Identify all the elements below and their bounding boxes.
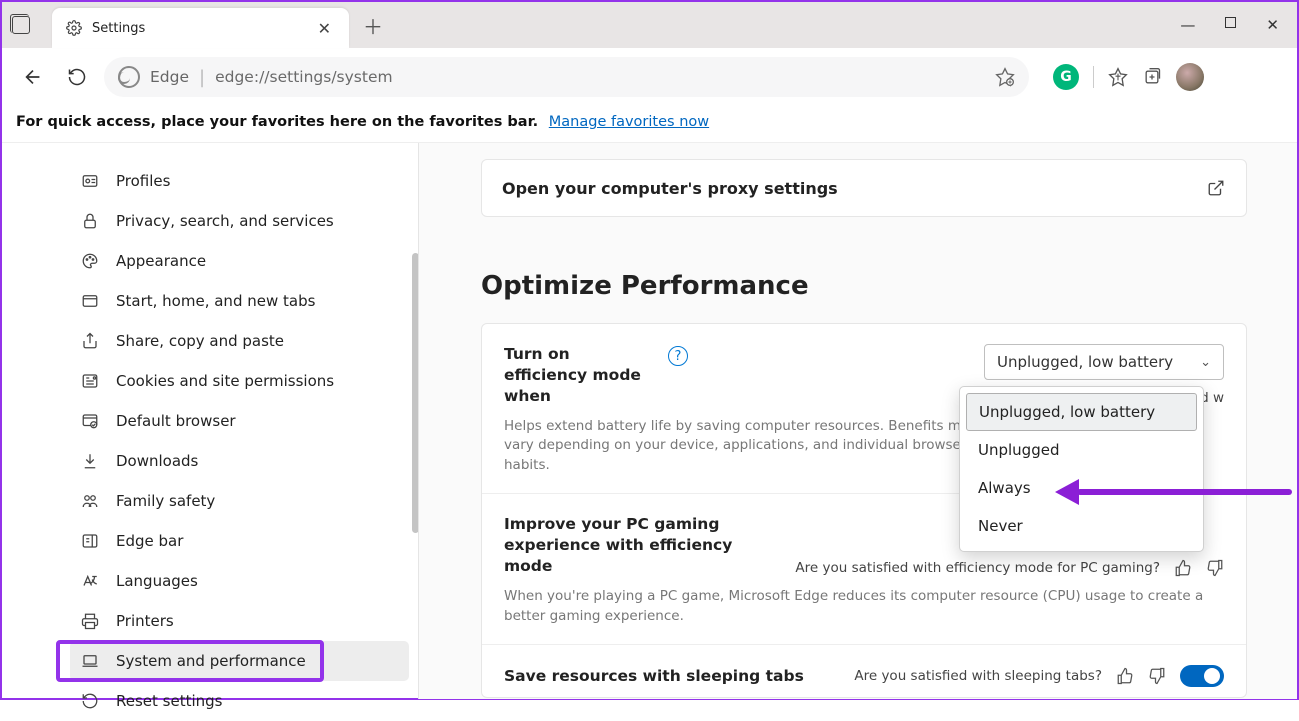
close-tab-icon[interactable]: ✕	[314, 19, 335, 38]
address-origin: Edge	[150, 68, 189, 86]
window-icon	[80, 291, 100, 311]
sidebar-scrollbar[interactable]	[412, 253, 419, 533]
printer-icon	[80, 611, 100, 631]
tab-title: Settings	[92, 21, 314, 36]
sidebar-icon	[80, 531, 100, 551]
sidebar-item-start[interactable]: Start, home, and new tabs	[70, 281, 409, 321]
language-icon	[80, 571, 100, 591]
sleeping-tabs-toggle[interactable]	[1180, 665, 1224, 687]
sidebar-item-cookies[interactable]: Cookies and site permissions	[70, 361, 409, 401]
collections-icon[interactable]	[1142, 67, 1162, 87]
efficiency-option-never[interactable]: Never	[966, 507, 1197, 545]
grammarly-extension-icon[interactable]: G	[1053, 64, 1079, 90]
sleeping-title: Save resources with sleeping tabs	[504, 666, 804, 687]
title-bar: Settings ✕ ＋ — ✕	[2, 2, 1297, 48]
thumbs-down-icon[interactable]	[1206, 559, 1224, 577]
satisfied-text: Are you satisfied with sleeping tabs?	[854, 668, 1102, 684]
reset-icon	[80, 691, 100, 711]
cookies-icon	[80, 371, 100, 391]
edge-icon	[118, 66, 140, 88]
efficiency-mode-menu: Unplugged, low battery Unplugged Always …	[959, 386, 1204, 552]
efficiency-desc: Helps extend battery life by saving comp…	[504, 417, 984, 476]
favorite-star-icon[interactable]	[995, 67, 1015, 87]
help-icon[interactable]: ?	[668, 346, 688, 366]
sidebar-item-profiles[interactable]: Profiles	[70, 161, 409, 201]
satisfied-text: Are you satisfied with efficiency mode f…	[795, 560, 1160, 576]
window-controls: — ✕	[1180, 16, 1297, 34]
tab-actions-icon[interactable]	[12, 16, 30, 34]
palette-icon	[80, 251, 100, 271]
browser-tab[interactable]: Settings ✕	[52, 8, 349, 48]
sidebar-item-reset[interactable]: Reset settings	[70, 681, 409, 721]
efficiency-mode-row: Turn on efficiency mode when ? Unplugged…	[482, 324, 1246, 494]
favorites-icon[interactable]	[1108, 67, 1128, 87]
browser-check-icon	[80, 411, 100, 431]
profile-avatar[interactable]	[1176, 63, 1204, 91]
browser-toolbar: Edge | edge://settings/system G	[2, 48, 1297, 106]
sidebar-item-default-browser[interactable]: Default browser	[70, 401, 409, 441]
manage-favorites-link[interactable]: Manage favorites now	[549, 114, 709, 130]
gaming-desc: When you're playing a PC game, Microsoft…	[504, 587, 1204, 626]
efficiency-mode-dropdown[interactable]: Unplugged, low battery ⌄	[984, 344, 1224, 380]
efficiency-option-unplugged[interactable]: Unplugged	[966, 431, 1197, 469]
refresh-button[interactable]	[60, 60, 94, 94]
new-tab-button[interactable]: ＋	[363, 11, 383, 40]
proxy-settings-link[interactable]: Open your computer's proxy settings	[481, 159, 1247, 217]
section-title-optimize: Optimize Performance	[481, 271, 1247, 301]
sidebar-item-printers[interactable]: Printers	[70, 601, 409, 641]
close-window-button[interactable]: ✕	[1266, 16, 1279, 34]
thumbs-up-icon[interactable]	[1116, 667, 1134, 685]
address-url: edge://settings/system	[215, 68, 393, 86]
thumbs-down-icon[interactable]	[1148, 667, 1166, 685]
optimize-performance-card: Turn on efficiency mode when ? Unplugged…	[481, 323, 1247, 698]
gaming-title: Improve your PC gaming experience with e…	[504, 514, 734, 577]
family-icon	[80, 491, 100, 511]
chevron-down-icon: ⌄	[1200, 355, 1211, 370]
laptop-icon	[80, 651, 100, 671]
sidebar-item-appearance[interactable]: Appearance	[70, 241, 409, 281]
sidebar-item-privacy[interactable]: Privacy, search, and services	[70, 201, 409, 241]
gear-icon	[66, 20, 82, 36]
profile-icon	[80, 171, 100, 191]
back-button[interactable]	[16, 60, 50, 94]
external-link-icon	[1206, 178, 1226, 198]
share-icon	[80, 331, 100, 351]
settings-sidebar: Profiles Privacy, search, and services A…	[2, 143, 419, 699]
sidebar-item-languages[interactable]: Languages	[70, 561, 409, 601]
efficiency-option-unplugged-low[interactable]: Unplugged, low battery	[966, 393, 1197, 431]
efficiency-mode-title: Turn on efficiency mode when	[504, 344, 654, 407]
sidebar-item-share[interactable]: Share, copy and paste	[70, 321, 409, 361]
thumbs-up-icon[interactable]	[1174, 559, 1192, 577]
sleeping-tabs-row: Save resources with sleeping tabs Are yo…	[482, 645, 1246, 697]
favorites-bar-hint: For quick access, place your favorites h…	[2, 106, 1297, 143]
sidebar-item-system[interactable]: System and performance	[70, 641, 409, 681]
settings-main: Open your computer's proxy settings Opti…	[419, 143, 1297, 699]
address-bar[interactable]: Edge | edge://settings/system	[104, 57, 1029, 97]
sidebar-item-edge-bar[interactable]: Edge bar	[70, 521, 409, 561]
download-icon	[80, 451, 100, 471]
lock-icon	[80, 211, 100, 231]
maximize-button[interactable]	[1225, 17, 1236, 28]
minimize-button[interactable]: —	[1180, 16, 1195, 34]
efficiency-option-always[interactable]: Always	[966, 469, 1197, 507]
sidebar-item-downloads[interactable]: Downloads	[70, 441, 409, 481]
sidebar-item-family[interactable]: Family safety	[70, 481, 409, 521]
